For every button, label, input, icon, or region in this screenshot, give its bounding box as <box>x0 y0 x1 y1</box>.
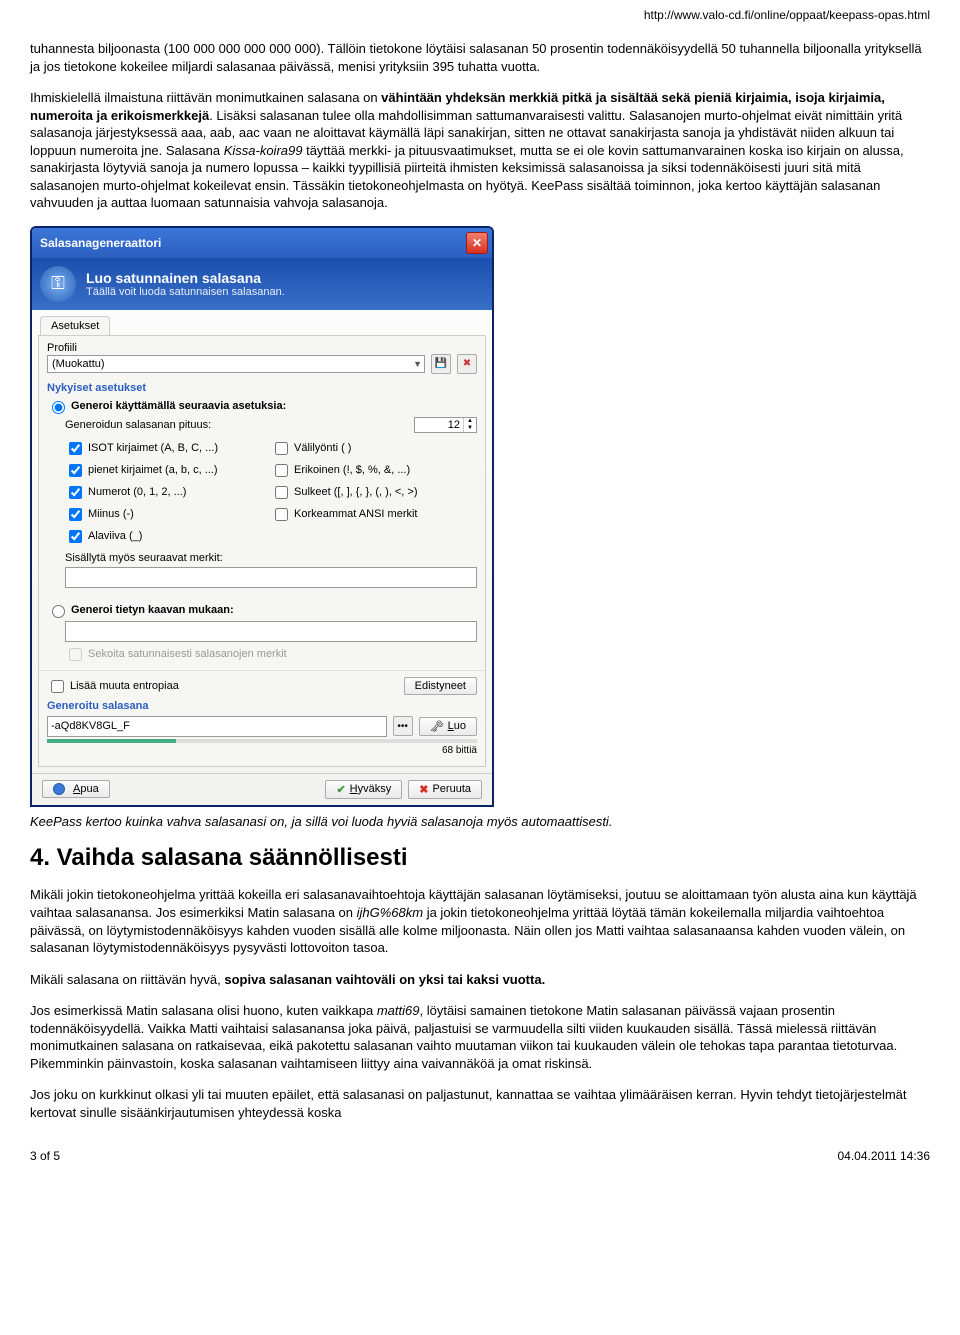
chk-shuffle-label: Sekoita satunnaisesti salasanojen merkit <box>88 648 287 660</box>
bold-text: sopiva salasanan vaihtoväli on yksi tai … <box>224 972 545 987</box>
generate-button-label: Luo <box>448 720 466 732</box>
save-icon: 💾 <box>435 358 447 369</box>
cancel-icon: ✖ <box>419 783 428 796</box>
generated-password-field[interactable] <box>47 716 387 737</box>
spinner-down-icon[interactable]: ▼ <box>464 425 476 432</box>
tab-settings[interactable]: Asetukset <box>40 316 110 335</box>
dialog-footer: Apua ✔ Hyväksy ✖ Peruuta <box>32 773 492 805</box>
advanced-button[interactable]: Edistyneet <box>404 677 477 695</box>
radio-pattern[interactable] <box>52 605 65 618</box>
banner-subtitle: Täällä voit luoda satunnaisen salasanan. <box>86 286 285 298</box>
page-timestamp: 04.04.2011 14:36 <box>837 1149 930 1163</box>
chk-ansi[interactable] <box>275 508 288 521</box>
chevron-down-icon: ▼ <box>413 359 422 369</box>
chk-space[interactable] <box>275 442 288 455</box>
page-footer: 3 of 5 04.04.2011 14:36 <box>0 1145 960 1167</box>
check-icon: ✔ <box>336 783 345 796</box>
chk-entropy-label: Lisää muuta entropiaa <box>70 680 179 692</box>
chk-special[interactable] <box>275 464 288 477</box>
dialog-banner: ⚿ Luo satunnainen salasana Täällä voit l… <box>32 258 492 310</box>
banner-title: Luo satunnainen salasana <box>86 270 285 286</box>
chk-space-label: Välilyönti ( ) <box>294 442 351 454</box>
pattern-input <box>65 621 477 642</box>
radio-use-settings[interactable] <box>52 401 65 414</box>
toggle-mask-button[interactable]: ••• <box>393 716 413 736</box>
chk-underscore-label: Alaviiva (_) <box>88 530 142 542</box>
length-label: Generoidun salasanan pituus: <box>65 419 211 431</box>
group-current-settings: Nykyiset asetukset <box>47 382 477 394</box>
help-button[interactable]: Apua <box>42 780 110 798</box>
delete-profile-button[interactable]: ✖ <box>457 354 477 374</box>
chk-underscore[interactable] <box>69 530 82 543</box>
text: Jos esimerkissä Matin salasana olisi huo… <box>30 1003 377 1018</box>
help-icon <box>53 783 65 795</box>
page-number: 3 of 5 <box>30 1149 60 1163</box>
chk-upper[interactable] <box>69 442 82 455</box>
dialog-titlebar[interactable]: Salasanageneraattori ✕ <box>32 228 492 258</box>
password-generator-dialog: Salasanageneraattori ✕ ⚿ Luo satunnainen… <box>30 226 494 807</box>
close-button[interactable]: ✕ <box>466 232 488 254</box>
chk-digits-label: Numerot (0, 1, 2, ...) <box>88 486 186 498</box>
chk-shuffle <box>69 648 82 661</box>
strength-bar <box>47 739 477 743</box>
close-icon: ✕ <box>472 236 482 250</box>
chk-lower[interactable] <box>69 464 82 477</box>
key-icon: ⚿ <box>40 266 76 302</box>
text: Mikäli salasana on riittävän hyvä, <box>30 972 224 987</box>
strength-fill <box>47 739 176 743</box>
italic-text: Kissa-koira99 <box>224 143 303 158</box>
image-caption: KeePass kertoo kuinka vahva salasanasi o… <box>30 813 930 831</box>
italic-text: ijhG%68km <box>357 905 423 920</box>
profile-combobox[interactable]: (Muokattu) ▼ <box>47 355 425 373</box>
ok-button[interactable]: ✔ Hyväksy <box>325 780 402 799</box>
dialog-title: Salasanageneraattori <box>40 236 161 250</box>
group-generated: Generoitu salasana <box>47 700 477 712</box>
save-profile-button[interactable]: 💾 <box>431 354 451 374</box>
chk-ansi-label: Korkeammat ANSI merkit <box>294 508 417 520</box>
chk-minus-label: Miinus (-) <box>88 508 134 520</box>
paragraph-4a: Mikäli jokin tietokoneohjelma yrittää ko… <box>30 886 930 956</box>
paragraph-4b: Mikäli salasana on riittävän hyvä, sopiv… <box>30 971 930 989</box>
profile-value: (Muokattu) <box>52 358 105 370</box>
tab-body: Profiili (Muokattu) ▼ 💾 ✖ Nykyiset asetu… <box>38 335 486 767</box>
radio-pattern-label: Generoi tietyn kaavan mukaan: <box>71 604 234 616</box>
cancel-button[interactable]: ✖ Peruuta <box>408 780 482 799</box>
mask-icon: ••• <box>397 721 408 732</box>
also-include-input[interactable] <box>65 567 477 588</box>
chk-upper-label: ISOT kirjaimet (A, B, C, ...) <box>88 442 218 454</box>
chk-digits[interactable] <box>69 486 82 499</box>
length-value: 12 <box>415 418 463 432</box>
also-include-label: Sisällytä myös seuraavat merkit: <box>65 552 223 564</box>
heading-4: 4. Vaihda salasana säännöllisesti <box>30 844 930 872</box>
paragraph-2: Ihmiskielellä ilmaistuna riittävän monim… <box>30 89 930 212</box>
paragraph-1: tuhannesta biljoonasta (100 000 000 000 … <box>30 40 930 75</box>
length-spinner[interactable]: 12 ▲ ▼ <box>414 417 477 433</box>
italic-text: matti69 <box>377 1003 420 1018</box>
key-icon: 🗝 <box>430 720 444 733</box>
strength-bits: 68 bittiä <box>47 745 477 756</box>
profile-label: Profiili <box>47 342 477 354</box>
paragraph-4d: Jos joku on kurkkinut olkasi yli tai muu… <box>30 1086 930 1121</box>
chk-brackets-label: Sulkeet ([, ], {, }, (, ), <, >) <box>294 486 418 498</box>
chk-brackets[interactable] <box>275 486 288 499</box>
chk-lower-label: pienet kirjaimet (a, b, c, ...) <box>88 464 218 476</box>
generate-button[interactable]: 🗝 Luo <box>419 717 477 736</box>
chk-minus[interactable] <box>69 508 82 521</box>
chk-special-label: Erikoinen (!, $, %, &, ...) <box>294 464 410 476</box>
page-url: http://www.valo-cd.fi/online/oppaat/keep… <box>30 8 930 22</box>
chk-entropy[interactable] <box>51 680 64 693</box>
paragraph-4c: Jos esimerkissä Matin salasana olisi huo… <box>30 1002 930 1072</box>
text: Ihmiskielellä ilmaistuna riittävän monim… <box>30 90 381 105</box>
radio-use-settings-label: Generoi käyttämällä seuraavia asetuksia: <box>71 400 286 412</box>
spinner-up-icon[interactable]: ▲ <box>464 418 476 425</box>
delete-icon: ✖ <box>463 358 471 369</box>
